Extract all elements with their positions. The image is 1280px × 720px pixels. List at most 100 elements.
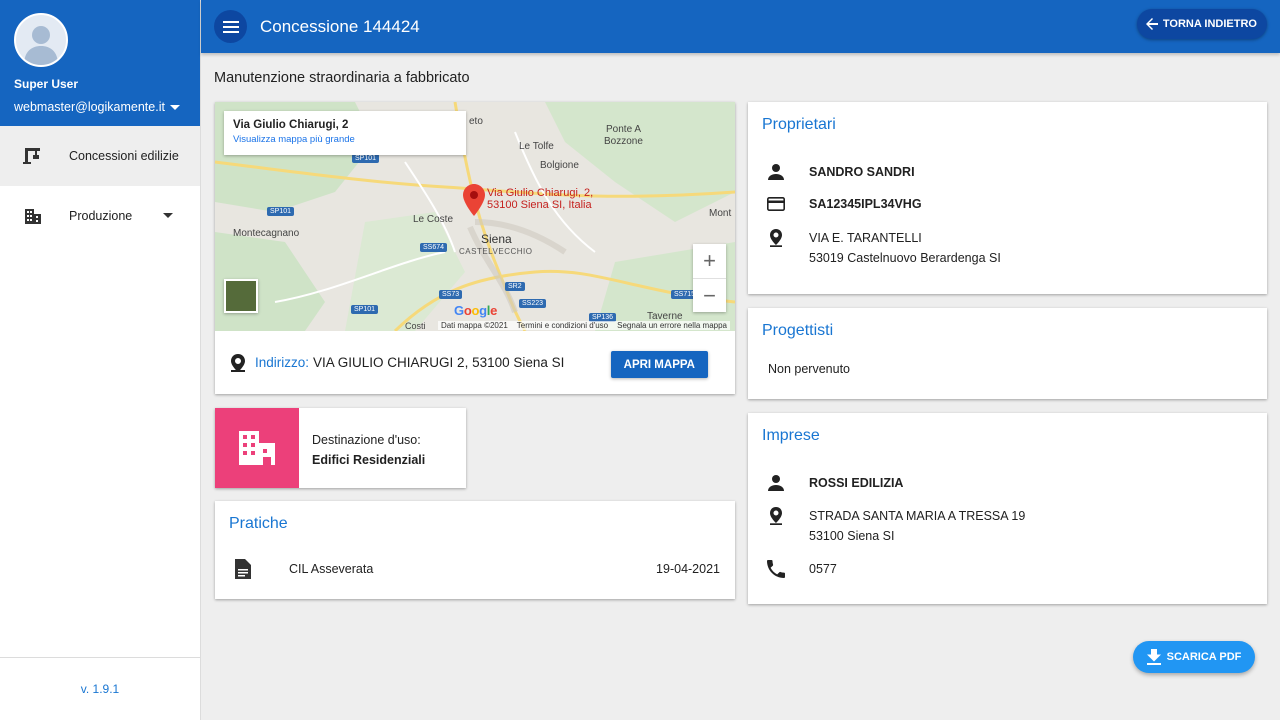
- owner-name: SANDRO SANDRI: [809, 165, 915, 179]
- destination-label: Destinazione d'uso:: [312, 433, 421, 447]
- back-button-label: TORNA INDIETRO: [1162, 18, 1257, 30]
- progettisti-value: Non pervenuto: [768, 362, 851, 376]
- company-address: STRADA SANTA MARIA A TRESSA 19 53100 Sie…: [809, 506, 1025, 546]
- app-version: v. 1.9.1: [0, 657, 200, 720]
- list-item[interactable]: CIL Asseverata 19-04-2021: [235, 559, 720, 579]
- top-app-bar: Concessione 144424 TORNA INDIETRO: [201, 0, 1280, 53]
- sidebar: Super User webmaster@logikamente.it Conc…: [0, 0, 201, 720]
- company-address-line: 53100 Siena SI: [809, 529, 895, 543]
- map-place-label: eto: [469, 116, 483, 127]
- chevron-down-icon: [170, 104, 180, 110]
- proprietari-title: Proprietari: [762, 116, 836, 133]
- road-badge: SP101: [352, 154, 380, 163]
- open-map-button[interactable]: APRI MAPPA: [610, 351, 708, 378]
- download-pdf-label: SCARICA PDF: [1166, 651, 1242, 663]
- view-larger-map-link[interactable]: Visualizza mappa più grande: [233, 134, 457, 145]
- phone-icon: [767, 560, 785, 578]
- destination-text: Destinazione d'uso: Edifici Residenziali: [312, 430, 425, 470]
- buildings-icon: [25, 209, 41, 224]
- address-value: VIA GIULIO CHIARUGI 2, 53100 Siena SI: [313, 355, 565, 370]
- sidebar-item-concessioni[interactable]: Concessioni edilizie: [0, 126, 200, 186]
- owner-address-line: VIA E. TARANTELLI: [809, 231, 922, 245]
- crane-icon: [23, 148, 40, 164]
- user-name: Super User: [14, 77, 79, 91]
- arrow-left-icon: [1145, 18, 1158, 30]
- map-place-label: Bozzone: [604, 136, 643, 147]
- chevron-down-icon: [163, 213, 173, 218]
- apartment-building-icon: [239, 431, 275, 465]
- avatar[interactable]: [14, 13, 68, 67]
- map-pin-marker-icon[interactable]: [463, 184, 485, 216]
- owner-fiscal-code: SA12345IPL34VHG: [809, 197, 922, 211]
- page-subtitle: Manutenzione straordinaria a fabbricato: [214, 70, 470, 86]
- map-place-label: Le Tolfe: [519, 141, 554, 152]
- map-data-credit: Dati mappa ©2021: [440, 321, 508, 330]
- destination-card: Destinazione d'uso: Edifici Residenziali: [215, 408, 466, 488]
- imprese-title: Imprese: [762, 427, 820, 444]
- map-place-label: Costi: [405, 321, 426, 331]
- back-button[interactable]: TORNA INDIETRO: [1136, 9, 1267, 39]
- credit-card-icon: [767, 196, 785, 211]
- owner-name-row: SANDRO SANDRI: [767, 163, 915, 182]
- map-place-label: Montecagnano: [233, 228, 300, 239]
- map-address-row: Indirizzo: VIA GIULIO CHIARUGI 2, 53100 …: [215, 331, 735, 394]
- person-icon: [768, 164, 784, 180]
- road-badge: SP101: [351, 305, 379, 314]
- company-address-row: STRADA SANTA MARIA A TRESSA 19 53100 Sie…: [767, 507, 1025, 546]
- company-address-line: STRADA SANTA MARIA A TRESSA 19: [809, 509, 1026, 523]
- menu-button[interactable]: [214, 10, 247, 43]
- map-attribution: Dati mappa ©2021 Termini e condizioni d'…: [437, 321, 730, 330]
- page-title: Concessione 144424: [260, 16, 420, 36]
- pratica-date: 19-04-2021: [656, 562, 720, 576]
- company-name-row: ROSSI EDILIZIA: [767, 474, 903, 493]
- download-pdf-button[interactable]: SCARICA PDF: [1133, 641, 1255, 673]
- map-info-window: Via Giulio Chiarugi, 2 Visualizza mappa …: [224, 111, 466, 155]
- map-pin-label-line: 53100 Siena SI, Italia: [487, 199, 592, 211]
- road-badge: SS674: [420, 243, 448, 252]
- company-name: ROSSI EDILIZIA: [809, 476, 904, 490]
- pratiche-title: Pratiche: [229, 515, 288, 532]
- road-badge: SR2: [505, 282, 525, 291]
- google-logo: Google: [454, 303, 498, 318]
- map-card: eto Ponte A Bozzone Le Tolfe Bolgione Le…: [215, 102, 735, 394]
- location-pin-icon: [770, 229, 782, 247]
- map-place-label: CASTELVECCHIO: [459, 247, 533, 256]
- map-pin-label: Via Giulio Chiarugi, 2, 53100 Siena SI, …: [487, 187, 593, 211]
- imprese-card: Imprese ROSSI EDILIZIA STRADA SANTA MARI…: [748, 413, 1267, 604]
- map-place-label: Siena: [481, 232, 512, 246]
- address-label: Indirizzo:: [255, 355, 310, 370]
- map-place-label: Ponte A: [606, 124, 642, 135]
- document-icon: [235, 559, 251, 579]
- owner-code-row: SA12345IPL34VHG: [767, 195, 922, 214]
- sidebar-item-label: Concessioni edilizie: [69, 149, 179, 163]
- embedded-map[interactable]: eto Ponte A Bozzone Le Tolfe Bolgione Le…: [215, 102, 735, 331]
- proprietari-card: Proprietari SANDRO SANDRI SA12345IPL34VH…: [748, 102, 1267, 294]
- map-info-title: Via Giulio Chiarugi, 2: [233, 119, 349, 131]
- map-place-label: Bolgione: [540, 160, 579, 171]
- zoom-out-button[interactable]: −: [693, 278, 726, 312]
- company-phone[interactable]: 0577: [809, 559, 837, 579]
- user-email-dropdown[interactable]: webmaster@logikamente.it: [14, 100, 186, 114]
- user-silhouette-icon: [24, 26, 58, 65]
- road-badge: SS73: [439, 290, 463, 299]
- destination-value: Edifici Residenziali: [312, 453, 426, 467]
- download-icon: [1146, 649, 1161, 665]
- progettisti-title: Progettisti: [762, 322, 834, 339]
- pratiche-card: Pratiche CIL Asseverata 19-04-2021: [215, 501, 735, 599]
- owner-address-row: VIA E. TARANTELLI 53019 Castelnuovo Bera…: [767, 229, 1001, 268]
- map-zoom-controls: + −: [693, 244, 726, 312]
- minus-icon: −: [703, 282, 716, 308]
- location-pin-icon: [231, 353, 245, 372]
- map-pin-label-line: Via Giulio Chiarugi, 2,: [487, 187, 594, 199]
- satellite-toggle-button[interactable]: [224, 279, 258, 313]
- map-terms-link[interactable]: Termini e condizioni d'uso: [517, 321, 608, 330]
- destination-icon-tile: [215, 408, 299, 488]
- sidebar-item-label: Produzione: [69, 209, 133, 223]
- sidebar-item-produzione[interactable]: Produzione: [0, 186, 200, 246]
- location-pin-icon: [770, 507, 782, 525]
- person-icon: [768, 475, 784, 491]
- map-report-error-link[interactable]: Segnala un errore nella mappa: [617, 321, 727, 330]
- map-place-label: Mont: [709, 208, 732, 219]
- road-badge: SP101: [267, 207, 295, 216]
- zoom-in-button[interactable]: +: [693, 244, 726, 278]
